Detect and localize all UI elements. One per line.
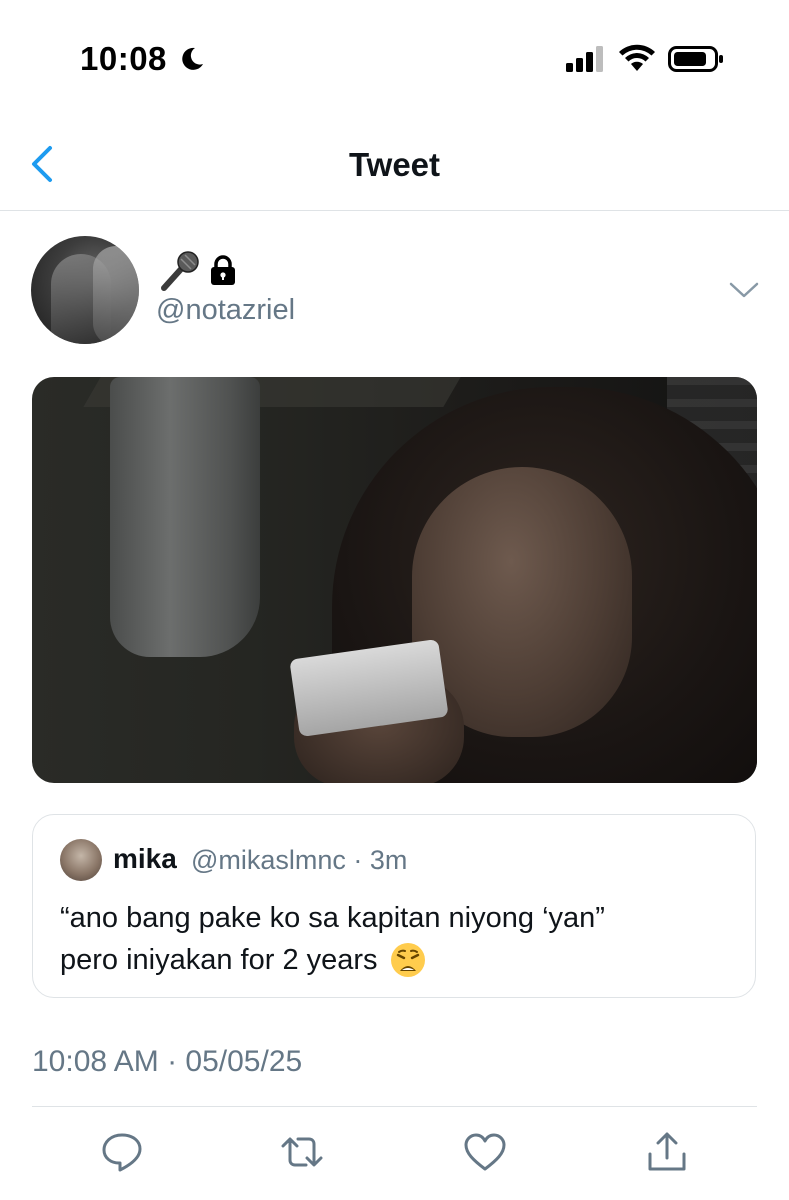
moon-icon: [182, 47, 203, 70]
quoted-tweet-text: “ano bang pake ko sa kapitan niyong ‘yan…: [60, 897, 740, 981]
chevron-down-icon[interactable]: [728, 280, 760, 300]
microphone-icon: [161, 251, 199, 291]
quoted-author-name[interactable]: mika: [113, 843, 177, 875]
quoted-text-line1: “ano bang pake ko sa kapitan niyong ‘yan…: [60, 902, 605, 934]
cellular-signal-icon: [566, 46, 603, 72]
page-title: Tweet: [348, 146, 441, 183]
actions-divider: [32, 1106, 757, 1107]
weary-face-emoji-icon: [390, 943, 425, 977]
like-icon[interactable]: [463, 1130, 507, 1174]
lock-icon: [211, 255, 235, 285]
reply-icon[interactable]: [100, 1130, 144, 1174]
quoted-author-handle-time: @mikaslmnc · 3m: [191, 845, 408, 875]
battery-icon: [668, 46, 723, 72]
tweet-timestamp: 10:08 AM · 05/05/25: [32, 1045, 303, 1078]
author-avatar[interactable]: [31, 236, 139, 344]
quoted-author-avatar[interactable]: [60, 839, 102, 881]
quoted-text-line2: pero iniyakan for 2 years: [60, 944, 378, 976]
status-bar-time: 10:08: [80, 40, 167, 77]
author-handle[interactable]: @notazriel: [156, 294, 295, 327]
wifi-icon: [619, 44, 655, 71]
tweet-media-image[interactable]: [32, 377, 757, 783]
share-icon[interactable]: [645, 1130, 689, 1174]
header-divider: [0, 210, 789, 211]
retweet-icon[interactable]: [280, 1130, 324, 1174]
